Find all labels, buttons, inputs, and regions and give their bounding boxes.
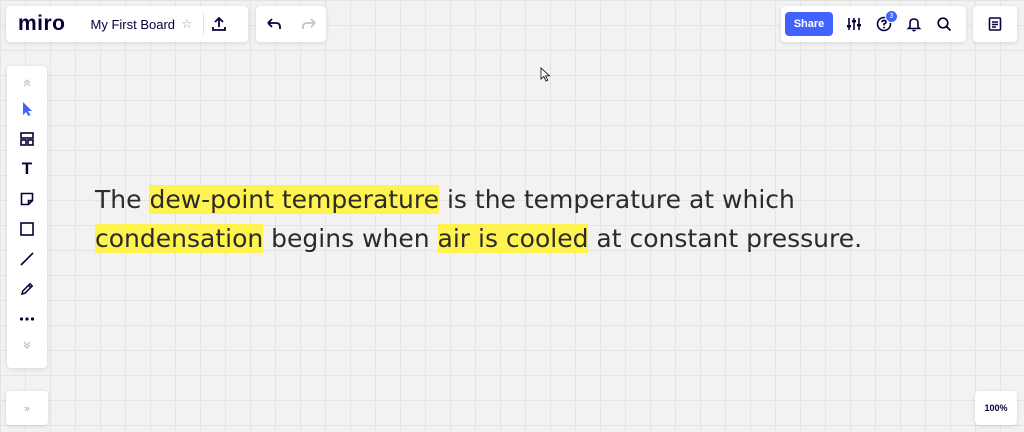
line-icon[interactable] xyxy=(7,244,47,274)
select-cursor-icon[interactable] xyxy=(7,94,47,124)
undo-icon[interactable] xyxy=(259,9,289,39)
highlighted-term: condensation xyxy=(95,224,264,253)
text-run: is the temperature at which xyxy=(439,185,795,214)
settings-sliders-icon[interactable] xyxy=(839,9,869,39)
board-name[interactable]: My First Board xyxy=(91,17,176,32)
help-icon[interactable]: 3 xyxy=(869,9,899,39)
pen-icon[interactable] xyxy=(7,274,47,304)
miro-logo[interactable]: miro xyxy=(18,12,66,36)
list-icon[interactable] xyxy=(980,9,1010,39)
templates-icon[interactable] xyxy=(7,124,47,154)
board-menu xyxy=(973,6,1017,42)
text-line-1: The dew-point temperature is the tempera… xyxy=(95,180,862,219)
text-line-2: condensation begins when air is cooled a… xyxy=(95,219,862,258)
expand-panel-button[interactable]: » xyxy=(6,391,48,425)
left-toolbar: T xyxy=(7,66,47,368)
board-header: miro My First Board ☆ xyxy=(6,6,248,42)
collaboration-bar: Share 3 xyxy=(781,6,966,42)
search-icon[interactable] xyxy=(929,9,959,39)
text-run: at constant pressure. xyxy=(588,224,863,253)
upload-icon[interactable] xyxy=(204,9,234,39)
share-button[interactable]: Share xyxy=(785,12,833,36)
highlighted-term: dew-point temperature xyxy=(149,185,440,214)
scroll-down-icon[interactable] xyxy=(7,334,47,356)
board-text-block[interactable]: The dew-point temperature is the tempera… xyxy=(95,180,862,258)
highlighted-term: air is cooled xyxy=(437,224,589,253)
bell-icon[interactable] xyxy=(899,9,929,39)
shape-rectangle-icon[interactable] xyxy=(7,214,47,244)
text-tool-icon[interactable]: T xyxy=(7,154,47,184)
more-tools-icon[interactable] xyxy=(7,304,47,334)
text-run: begins when xyxy=(263,224,438,253)
mouse-cursor-icon xyxy=(540,66,551,86)
chevron-right-double-icon: » xyxy=(23,401,31,415)
text-run: The xyxy=(95,185,150,214)
sticky-note-icon[interactable] xyxy=(7,184,47,214)
redo-icon[interactable] xyxy=(294,9,324,39)
scroll-up-icon[interactable] xyxy=(7,72,47,94)
notification-badge: 3 xyxy=(885,10,898,23)
star-icon[interactable]: ☆ xyxy=(181,17,193,32)
history-controls xyxy=(256,6,326,42)
zoom-level[interactable]: 100% xyxy=(975,391,1017,425)
